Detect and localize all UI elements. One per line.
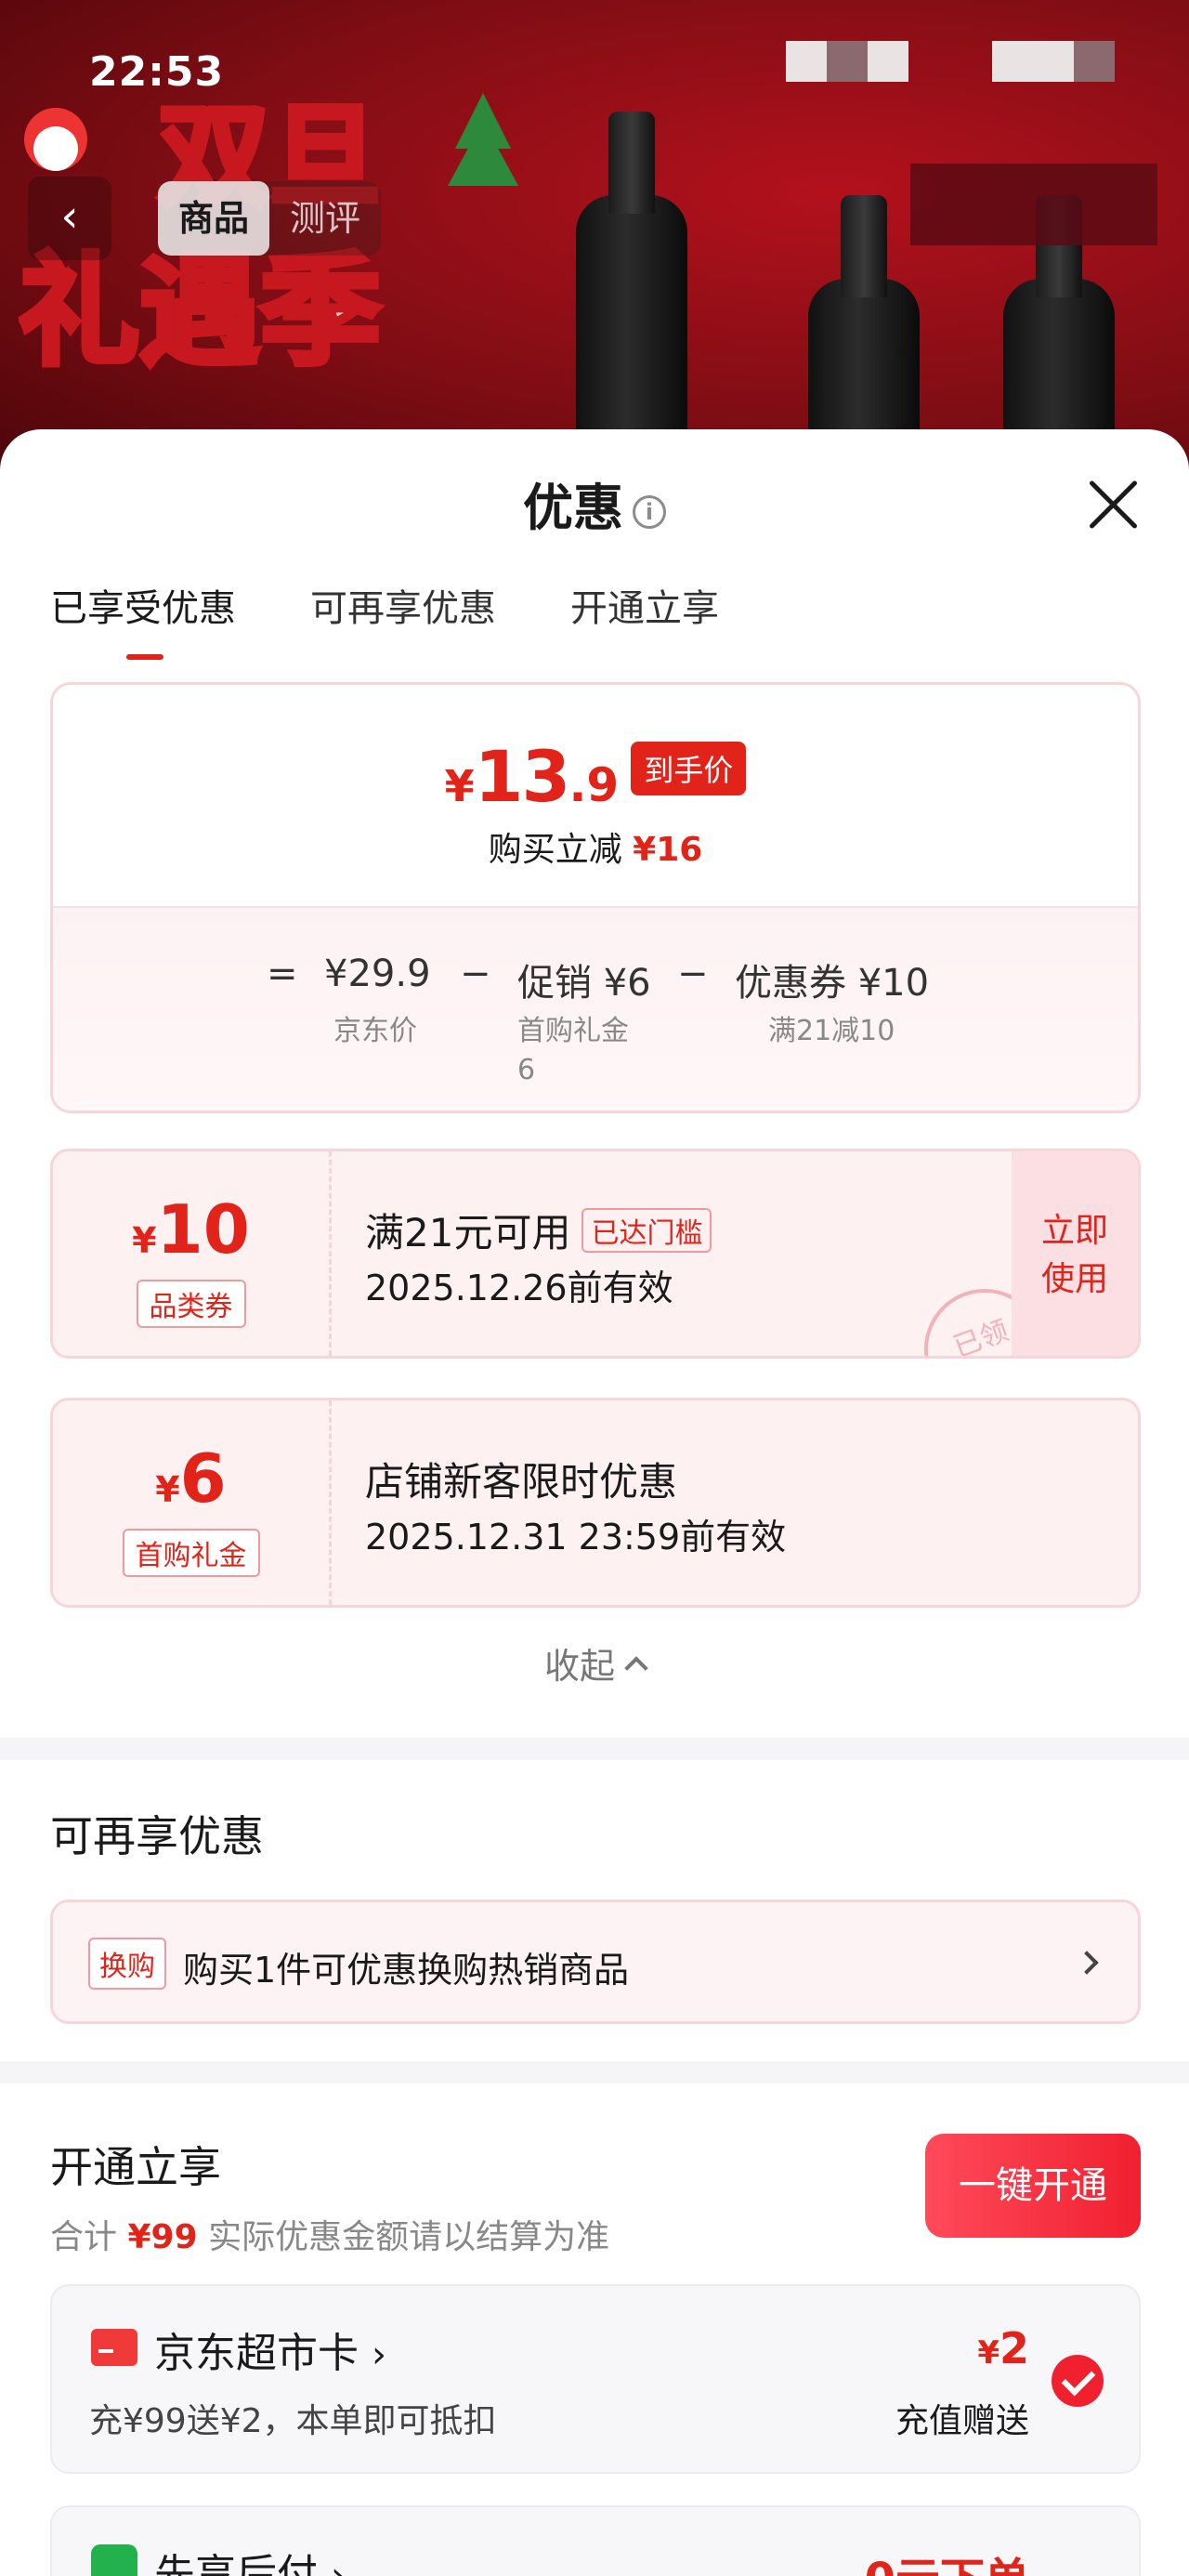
instant-reduction-value: ¥16 <box>633 831 703 869</box>
product-nav-tabs: 商品 测评 <box>158 181 382 256</box>
tab-review[interactable]: 测评 <box>269 181 381 256</box>
swap-tag: 换购 <box>88 1938 166 1990</box>
section-divider <box>0 1738 1189 1760</box>
coupon-expiry: 2025.12.31 23:59前有效 <box>365 1517 787 1557</box>
open-now-summary: 合计 ¥99 实际优惠金额请以结算为准 <box>50 2210 609 2258</box>
bonus-amount: ¥2 <box>977 2323 1029 2373</box>
open-now-summary-amount: ¥99 <box>127 2218 198 2256</box>
discount-tabs: 已享受优惠 可再享优惠 开通立享 <box>50 578 719 660</box>
formula-promo-label-line2: 6 <box>517 1054 536 1086</box>
discount-sheet: 优惠 i 已享受优惠 可再享优惠 开通立享 ¥13.9 到手价 购买立减 ¥16 … <box>0 429 1189 2576</box>
coupon-amount-value: 10 <box>156 1190 250 1268</box>
bonus-amount-label: 充值赠送 <box>895 2402 1029 2440</box>
coupon-condition: 满21元可用 已达门槛 <box>365 1202 712 1258</box>
swap-deal-text: 购买1件可优惠换购热销商品 <box>183 1950 630 1991</box>
chevron-right-icon: › <box>372 2333 386 2376</box>
pay-later-title[interactable]: 先享后付 › <box>154 2541 346 2576</box>
formula-coupon: 优惠券 ¥10 <box>735 962 930 1005</box>
final-price-integer: 13 <box>474 735 571 818</box>
tab-enjoyed-discounts[interactable]: 已享受优惠 <box>50 578 236 660</box>
coupon-value-block: ¥6 首购礼金 <box>53 1400 332 1605</box>
status-icons-blurred <box>1074 41 1115 82</box>
coupon-amount: ¥6 <box>53 1439 329 1518</box>
threshold-met-tag: 已达门槛 <box>581 1208 712 1253</box>
currency-symbol: ¥ <box>444 761 475 811</box>
bag-icon <box>91 2544 137 2576</box>
formula-promo-label: 首购礼金 6 <box>517 1012 629 1090</box>
chevron-left-icon: ‹ <box>60 191 79 243</box>
currency-symbol: ¥ <box>977 2334 1000 2372</box>
coupon-card-first-purchase: ¥6 首购礼金 店铺新客限时优惠 2025.12.31 23:59前有效 <box>50 1398 1141 1608</box>
coupon-condition-text: 满21元可用 <box>365 1210 571 1255</box>
status-icons-blurred <box>786 41 827 82</box>
coupon-amount: ¥10 <box>53 1190 329 1268</box>
formula-equals: = <box>267 953 298 995</box>
formula-minus: − <box>460 953 491 995</box>
price-formula: = ¥29.9 京东价 − 促销 ¥6 首购礼金 6 − 优惠券 ¥10 满21… <box>53 906 1138 1111</box>
coupon-amount-value: 6 <box>179 1439 227 1518</box>
tab-open-now[interactable]: 开通立享 <box>570 578 719 660</box>
pay-later-title-text: 先享后付 <box>154 2551 318 2576</box>
chevron-up-icon <box>624 1656 648 1680</box>
formula-jd-price: ¥29.9 <box>324 953 431 995</box>
open-now-summary-note: 实际优惠金额请以结算为准 <box>208 2218 610 2256</box>
back-button[interactable]: ‹ <box>28 177 111 260</box>
close-button[interactable] <box>1085 476 1141 532</box>
open-now-summary-prefix: 合计 <box>50 2218 118 2256</box>
currency-symbol: ¥ <box>155 1469 180 1510</box>
coupon-description: 店铺新客限时优惠 <box>365 1459 678 1505</box>
status-icons-blurred <box>992 41 1074 82</box>
collapse-button[interactable]: 收起 <box>0 1637 1189 1689</box>
tab-more-discounts[interactable]: 可再享优惠 <box>310 578 496 660</box>
chevron-right-icon: › <box>331 2555 346 2576</box>
blurred-region <box>910 164 1157 245</box>
sheet-title: 优惠 i <box>0 467 1189 540</box>
supermarket-card-title[interactable]: 京东超市卡 › <box>154 2320 386 2379</box>
formula-promo: 促销 ¥6 <box>517 962 651 1005</box>
checkmark-icon[interactable] <box>1052 2355 1104 2407</box>
coupon-type-tag: 首购礼金 <box>122 1529 260 1577</box>
status-icons-blurred <box>868 41 908 82</box>
formula-coupon-label: 满21减10 <box>768 1015 895 1047</box>
status-icons-blurred <box>827 41 868 82</box>
info-icon[interactable]: i <box>633 495 666 529</box>
swap-deal-card[interactable]: 换购 购买1件可优惠换购热销商品 <box>50 1899 1141 2024</box>
currency-symbol: ¥ <box>132 1220 157 1261</box>
final-price-decimal: .9 <box>568 758 620 812</box>
use-now-line2: 使用 <box>1040 1260 1108 1298</box>
one-click-open-button[interactable]: 一键开通 <box>925 2134 1141 2238</box>
final-price-badge: 到手价 <box>631 742 747 795</box>
formula-promo-label-line1: 首购礼金 <box>517 1015 629 1047</box>
card-icon <box>91 2329 137 2366</box>
svg-text:礼遇季: 礼遇季 <box>19 241 381 382</box>
section-divider <box>0 2061 1189 2083</box>
coupon-type-tag: 品类券 <box>136 1280 246 1328</box>
coupon-expiry: 2025.12.26前有效 <box>365 1268 673 1308</box>
formula-minus: − <box>677 953 709 995</box>
supermarket-card-description: 充¥99送¥2，本单即可抵扣 <box>89 2402 497 2440</box>
coupon-card-category: ¥10 品类券 满21元可用 已达门槛 2025.12.26前有效 已领 立即 使… <box>50 1149 1141 1359</box>
section-title-more-deals: 可再享优惠 <box>50 1811 264 1861</box>
use-now-button[interactable]: 立即 使用 <box>1012 1151 1138 1356</box>
use-now-line1: 立即 <box>1040 1212 1108 1250</box>
chevron-right-icon <box>1075 1951 1099 1975</box>
supermarket-card-title-text: 京东超市卡 <box>154 2330 359 2377</box>
price-summary-card: ¥13.9 到手价 购买立减 ¥16 = ¥29.9 京东价 − 促销 ¥6 首… <box>50 682 1141 1113</box>
bonus-amount-value: 2 <box>999 2323 1029 2373</box>
supermarket-card-option[interactable]: 京东超市卡 › 充¥99送¥2，本单即可抵扣 ¥2 充值赠送 <box>50 2284 1141 2474</box>
sheet-title-text: 优惠 <box>523 479 623 537</box>
formula-jd-price-label: 京东价 <box>333 1015 417 1047</box>
instant-reduction: 购买立减 ¥16 <box>53 822 1138 871</box>
instant-reduction-label: 购买立减 <box>488 831 622 869</box>
section-title-open-now: 开通立享 <box>50 2142 221 2192</box>
coupon-value-block: ¥10 品类券 <box>53 1151 332 1356</box>
tab-product[interactable]: 商品 <box>158 181 270 256</box>
final-price: ¥13.9 到手价 <box>53 735 1138 818</box>
zero-yuan-order-text: 0元下单 <box>865 2543 1029 2576</box>
status-bar-time: 22:53 <box>89 48 225 96</box>
collapse-label: 收起 <box>543 1646 615 1687</box>
pay-later-option[interactable]: 先享后付 › 0元下单 <box>50 2505 1141 2576</box>
